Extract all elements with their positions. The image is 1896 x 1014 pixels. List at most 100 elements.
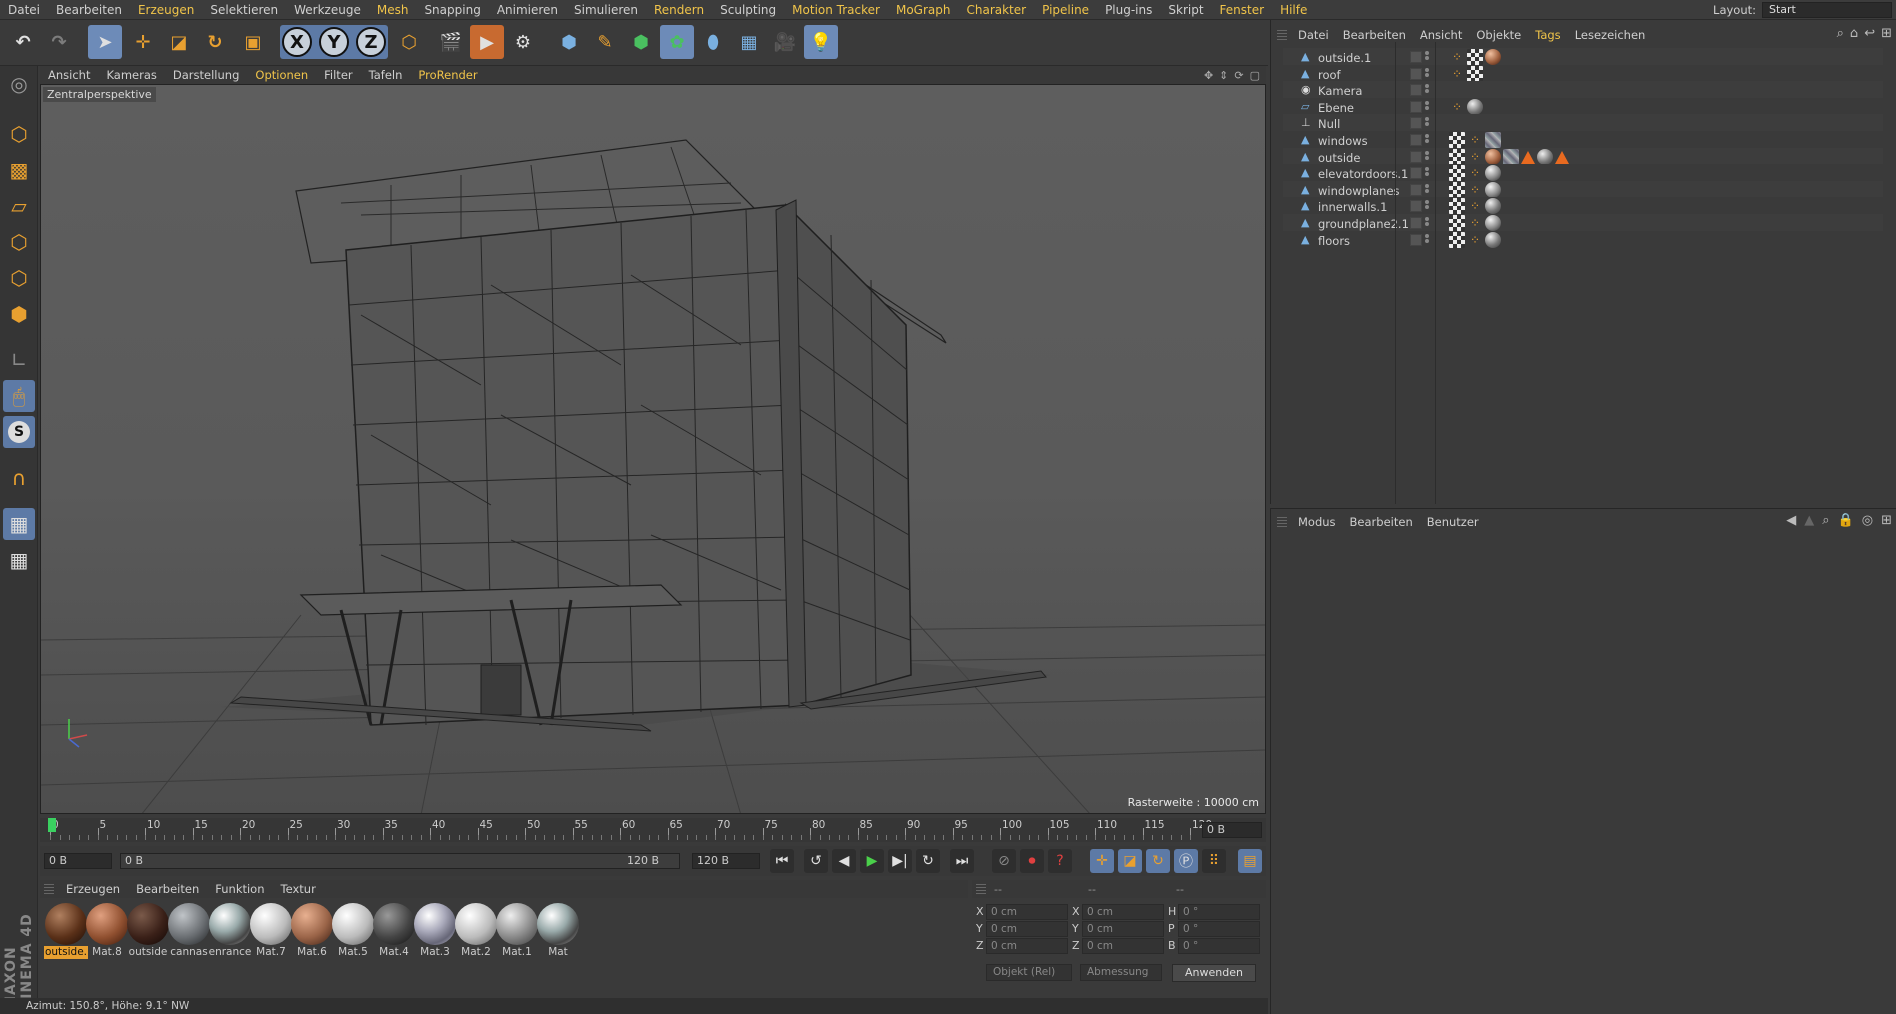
spline-pen-button[interactable]: ✎	[588, 25, 622, 59]
render-view-button[interactable]: 🎬	[434, 25, 468, 59]
viewport-menu-filter[interactable]: Filter	[316, 68, 360, 82]
apply-button[interactable]: Anwenden	[1172, 964, 1256, 982]
attribute-menu-modus[interactable]: Modus	[1291, 515, 1343, 529]
make-editable-button[interactable]: ◎	[3, 68, 35, 100]
new-panel-icon[interactable]: ⊞	[1881, 513, 1892, 528]
material-swatch[interactable]: Mat.1	[495, 902, 539, 960]
viewport-menu-kameras[interactable]: Kameras	[98, 68, 164, 82]
object-name[interactable]: windows	[1318, 134, 1368, 148]
menu-motion-tracker[interactable]: Motion Tracker	[784, 3, 888, 17]
autokey-button[interactable]: ⏺	[1020, 849, 1044, 873]
texture-tag-icon[interactable]	[1449, 181, 1465, 198]
viewport-menu-ansicht[interactable]: Ansicht	[40, 68, 98, 82]
visibility-dots[interactable]	[1425, 116, 1431, 130]
visibility-dots[interactable]	[1425, 166, 1431, 180]
back-arrow-icon[interactable]: ◀	[1786, 513, 1796, 528]
edges-mode-button[interactable]: ⬡	[3, 262, 35, 294]
floor-button[interactable]: ▦	[732, 25, 766, 59]
camera-button[interactable]: 🎥	[768, 25, 802, 59]
object-menu-ansicht[interactable]: Ansicht	[1413, 28, 1469, 42]
viewport-menu-darstellung[interactable]: Darstellung	[165, 68, 247, 82]
material-tag-icon[interactable]	[1503, 148, 1519, 165]
material-menu-funktion[interactable]: Funktion	[207, 882, 272, 896]
visibility-dots[interactable]	[1425, 233, 1431, 247]
scale-tool-button[interactable]: ◪	[162, 25, 196, 59]
coord-mode-dropdown[interactable]: Objekt (Rel)	[986, 964, 1072, 981]
points-mode-button[interactable]: ⬡	[3, 226, 35, 258]
end-frame-field[interactable]: 120 B	[692, 853, 760, 869]
position-field[interactable]: 0 cm	[986, 938, 1068, 954]
material-tag-icon[interactable]	[1485, 165, 1501, 182]
model-mode-button[interactable]: ⬡	[3, 118, 35, 150]
array-button[interactable]: ✿	[660, 25, 694, 59]
frame-range-slider[interactable]: 0 B 120 B	[120, 853, 680, 869]
object-name[interactable]: Ebene	[1318, 101, 1354, 115]
material-swatch[interactable]: Mat.5	[331, 902, 375, 960]
material-tag-icon[interactable]	[1485, 215, 1501, 231]
viewport-menu-prorender[interactable]: ProRender	[410, 68, 485, 82]
menu-simulieren[interactable]: Simulieren	[566, 3, 646, 17]
menu-selektieren[interactable]: Selektieren	[202, 3, 286, 17]
phong-tag-icon[interactable]: ⁘	[1467, 198, 1483, 214]
visibility-dots[interactable]	[1425, 199, 1431, 213]
size-field[interactable]: 0 cm	[1082, 921, 1164, 937]
menu-erzeugen[interactable]: Erzeugen	[130, 3, 202, 17]
object-menu-bearbeiten[interactable]: Bearbeiten	[1336, 28, 1413, 42]
material-swatch[interactable]: enrance	[208, 902, 252, 960]
object-name[interactable]: windowplanes	[1318, 184, 1400, 198]
viewport-menu-tafeln[interactable]: Tafeln	[361, 68, 411, 82]
render-settings-button[interactable]: ⚙	[506, 25, 540, 59]
light-button[interactable]: 💡	[804, 25, 838, 59]
subdivision-button[interactable]: ⬢	[624, 25, 658, 59]
key-position-button[interactable]: ✛	[1090, 849, 1114, 873]
visibility-dots[interactable]	[1425, 133, 1431, 147]
key-scale-button[interactable]: ◪	[1118, 849, 1142, 873]
material-menu-bearbeiten[interactable]: Bearbeiten	[128, 882, 207, 896]
size-field[interactable]: 0 cm	[1082, 904, 1164, 920]
material-swatch[interactable]: outside.	[44, 902, 88, 960]
search-icon[interactable]: ⌕	[1837, 26, 1844, 41]
search-icon[interactable]: ⌕	[1822, 513, 1829, 528]
layer-icon[interactable]	[1410, 217, 1422, 229]
size-field[interactable]: 0 cm	[1082, 938, 1164, 954]
settings-icon[interactable]: ◎	[1862, 513, 1873, 528]
coordinate-system-button[interactable]: ⬡	[392, 25, 426, 59]
keyframe-selection-button[interactable]: ?	[1048, 849, 1072, 873]
zoom-icon[interactable]: ⇕	[1219, 69, 1228, 82]
go-to-start-button[interactable]: ⏮	[770, 849, 794, 873]
object-menu-tags[interactable]: Tags	[1528, 28, 1567, 42]
redo-button[interactable]: ↷	[42, 25, 76, 59]
object-name[interactable]: Kamera	[1318, 84, 1362, 98]
texture-tag-icon[interactable]	[1449, 165, 1465, 182]
material-tag-icon[interactable]	[1485, 148, 1501, 165]
camera-label[interactable]: Zentralperspektive	[43, 87, 156, 102]
phong-tag-icon[interactable]: ⁘	[1467, 232, 1483, 248]
warning-tag-icon[interactable]	[1555, 150, 1569, 164]
object-menu-lesezeichen[interactable]: Lesezeichen	[1568, 28, 1653, 42]
material-tag-icon[interactable]	[1485, 231, 1501, 248]
menu-skript[interactable]: Skript	[1160, 3, 1211, 17]
toggle-view-icon[interactable]: ▢	[1250, 69, 1260, 82]
workplane-mode-button[interactable]: ▱	[3, 190, 35, 222]
timeline-window-button[interactable]: ▤	[1238, 849, 1262, 873]
material-swatch[interactable]: Mat.6	[290, 902, 334, 960]
lock-icon[interactable]: 🔒	[1838, 513, 1854, 528]
layer-icon[interactable]	[1410, 134, 1422, 146]
object-name[interactable]: outside	[1318, 151, 1360, 165]
material-swatch[interactable]: outside	[126, 902, 170, 960]
visibility-dots[interactable]	[1425, 67, 1431, 81]
menu-bearbeiten[interactable]: Bearbeiten	[48, 3, 130, 17]
record-keys-button[interactable]: ⊘	[992, 849, 1016, 873]
move-tool-button[interactable]: ✛	[126, 25, 160, 59]
material-tag-icon[interactable]	[1485, 49, 1501, 65]
attribute-menu-benutzer[interactable]: Benutzer	[1420, 515, 1486, 529]
material-tag-icon[interactable]	[1485, 198, 1501, 215]
menu-plug-ins[interactable]: Plug-ins	[1097, 3, 1160, 17]
rotation-field[interactable]: 0 °	[1178, 938, 1260, 954]
phong-tag-icon[interactable]: ⁘	[1449, 99, 1465, 115]
material-swatch[interactable]: Mat	[536, 902, 580, 960]
snap-button[interactable]: S	[3, 416, 35, 448]
menu-pipeline[interactable]: Pipeline	[1034, 3, 1097, 17]
material-swatch[interactable]: Mat.8	[85, 902, 129, 960]
rotation-field[interactable]: 0 °	[1178, 921, 1260, 937]
